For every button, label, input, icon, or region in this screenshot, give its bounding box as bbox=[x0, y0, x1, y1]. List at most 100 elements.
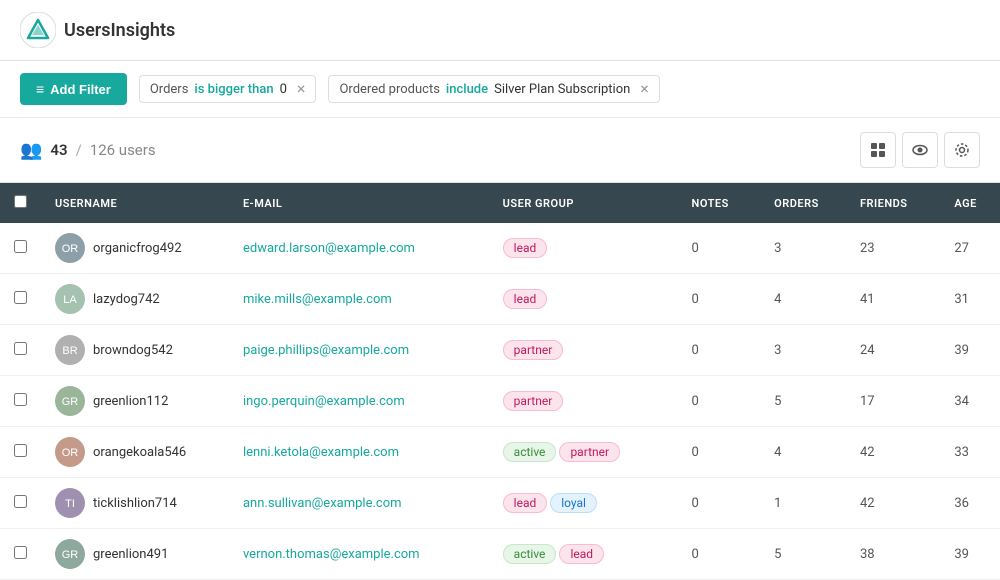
grid-view-button[interactable] bbox=[860, 132, 896, 168]
settings-view-button[interactable] bbox=[944, 132, 980, 168]
email-cell: vernon.thomas@example.com bbox=[229, 529, 489, 580]
notes-cell: 0 bbox=[678, 478, 761, 529]
table-body: OR organicfrog492 edward.larson@example.… bbox=[0, 223, 1000, 580]
logo-icon bbox=[20, 12, 56, 48]
header-email[interactable]: E-MAIL bbox=[229, 183, 489, 223]
email-text[interactable]: edward.larson@example.com bbox=[243, 241, 415, 256]
avatar: TI bbox=[55, 488, 85, 518]
row-checkbox-0[interactable] bbox=[14, 240, 27, 253]
age-cell: 39 bbox=[940, 325, 1000, 376]
age-cell: 31 bbox=[940, 274, 1000, 325]
row-checkbox-3[interactable] bbox=[14, 393, 27, 406]
chip-orders-op: is bigger than bbox=[194, 82, 273, 97]
count-bar: 👥 43 / 126 users bbox=[0, 118, 1000, 183]
usergroup-cell: activepartner bbox=[489, 427, 678, 478]
usergroup-cell: lead bbox=[489, 223, 678, 274]
row-checkbox-cell bbox=[0, 529, 41, 580]
row-checkbox-6[interactable] bbox=[14, 546, 27, 559]
tag-active[interactable]: active bbox=[503, 442, 557, 462]
username-text[interactable]: organicfrog492 bbox=[93, 241, 182, 256]
tag-lead[interactable]: lead bbox=[503, 493, 548, 513]
users-icon: 👥 bbox=[20, 140, 42, 161]
email-cell: ann.sullivan@example.com bbox=[229, 478, 489, 529]
avatar: LA bbox=[55, 284, 85, 314]
settings-icon bbox=[954, 142, 970, 158]
users-table-container: USERNAME E-MAIL USER GROUP NOTES ORDERS … bbox=[0, 183, 1000, 580]
add-filter-label: Add Filter bbox=[50, 82, 111, 97]
svg-text:BR: BR bbox=[62, 345, 77, 357]
notes-cell: 0 bbox=[678, 427, 761, 478]
username-text[interactable]: greenlion491 bbox=[93, 547, 168, 562]
filter-icon: ≡ bbox=[36, 81, 44, 97]
orders-cell: 4 bbox=[760, 427, 846, 478]
username-cell: OR orangekoala546 bbox=[41, 427, 229, 478]
tag-active[interactable]: active bbox=[503, 544, 557, 564]
tag-partner[interactable]: partner bbox=[503, 340, 564, 360]
username-text[interactable]: orangekoala546 bbox=[93, 445, 186, 460]
header-checkbox-col bbox=[0, 183, 41, 223]
username-text[interactable]: lazydog742 bbox=[93, 292, 160, 307]
email-text[interactable]: ann.sullivan@example.com bbox=[243, 496, 402, 511]
eye-view-button[interactable] bbox=[902, 132, 938, 168]
friends-cell: 23 bbox=[846, 223, 940, 274]
count-current: 43 bbox=[50, 141, 67, 159]
tag-partner[interactable]: partner bbox=[503, 391, 564, 411]
header-usergroup[interactable]: USER GROUP bbox=[489, 183, 678, 223]
row-checkbox-4[interactable] bbox=[14, 444, 27, 457]
row-checkbox-cell bbox=[0, 376, 41, 427]
table-row: LA lazydog742 mike.mills@example.com lead… bbox=[0, 274, 1000, 325]
table-row: TI ticklishlion714 ann.sullivan@example.… bbox=[0, 478, 1000, 529]
email-cell: lenni.ketola@example.com bbox=[229, 427, 489, 478]
username-cell: GR greenlion112 bbox=[41, 376, 229, 427]
tag-loyal[interactable]: loyal bbox=[550, 493, 597, 513]
count-info: 👥 43 / 126 users bbox=[20, 140, 156, 161]
header-age[interactable]: AGE bbox=[940, 183, 1000, 223]
count-total: 126 users bbox=[90, 141, 156, 159]
header-friends[interactable]: FRIENDS bbox=[846, 183, 940, 223]
add-filter-button[interactable]: ≡ Add Filter bbox=[20, 73, 127, 105]
usergroup-cell: activelead bbox=[489, 529, 678, 580]
friends-cell: 38 bbox=[846, 529, 940, 580]
username-text[interactable]: greenlion112 bbox=[93, 394, 168, 409]
email-text[interactable]: ingo.perquin@example.com bbox=[243, 394, 405, 409]
friends-cell: 42 bbox=[846, 427, 940, 478]
username-cell: BR browndog542 bbox=[41, 325, 229, 376]
header-notes[interactable]: NOTES bbox=[678, 183, 761, 223]
tag-partner[interactable]: partner bbox=[559, 442, 620, 462]
chip-orders-close[interactable]: × bbox=[297, 81, 306, 97]
usergroup-cell: partner bbox=[489, 325, 678, 376]
chip-orders-val: 0 bbox=[280, 82, 287, 97]
friends-cell: 42 bbox=[846, 478, 940, 529]
table-row: GR greenlion491 vernon.thomas@example.co… bbox=[0, 529, 1000, 580]
email-text[interactable]: mike.mills@example.com bbox=[243, 292, 392, 307]
row-checkbox-cell bbox=[0, 274, 41, 325]
svg-text:OR: OR bbox=[62, 447, 79, 459]
email-text[interactable]: paige.phillips@example.com bbox=[243, 343, 409, 358]
orders-cell: 3 bbox=[760, 325, 846, 376]
row-checkbox-cell bbox=[0, 325, 41, 376]
select-all-checkbox[interactable] bbox=[14, 195, 27, 208]
usergroup-cell: lead bbox=[489, 274, 678, 325]
username-text[interactable]: ticklishlion714 bbox=[93, 496, 177, 511]
friends-cell: 17 bbox=[846, 376, 940, 427]
row-checkbox-5[interactable] bbox=[14, 495, 27, 508]
tag-lead[interactable]: lead bbox=[503, 238, 548, 258]
username-text[interactable]: browndog542 bbox=[93, 343, 173, 358]
email-text[interactable]: vernon.thomas@example.com bbox=[243, 547, 420, 562]
table-row: BR browndog542 paige.phillips@example.co… bbox=[0, 325, 1000, 376]
notes-cell: 0 bbox=[678, 325, 761, 376]
svg-text:GR: GR bbox=[62, 396, 79, 408]
header-username[interactable]: USERNAME bbox=[41, 183, 229, 223]
header-orders[interactable]: ORDERS bbox=[760, 183, 846, 223]
avatar: GR bbox=[55, 539, 85, 569]
email-cell: edward.larson@example.com bbox=[229, 223, 489, 274]
email-text[interactable]: lenni.ketola@example.com bbox=[243, 445, 399, 460]
orders-cell: 4 bbox=[760, 274, 846, 325]
tag-lead[interactable]: lead bbox=[559, 544, 604, 564]
row-checkbox-1[interactable] bbox=[14, 291, 27, 304]
notes-cell: 0 bbox=[678, 223, 761, 274]
tag-lead[interactable]: lead bbox=[503, 289, 548, 309]
chip-products-close[interactable]: × bbox=[640, 81, 649, 97]
avatar: OR bbox=[55, 233, 85, 263]
row-checkbox-2[interactable] bbox=[14, 342, 27, 355]
